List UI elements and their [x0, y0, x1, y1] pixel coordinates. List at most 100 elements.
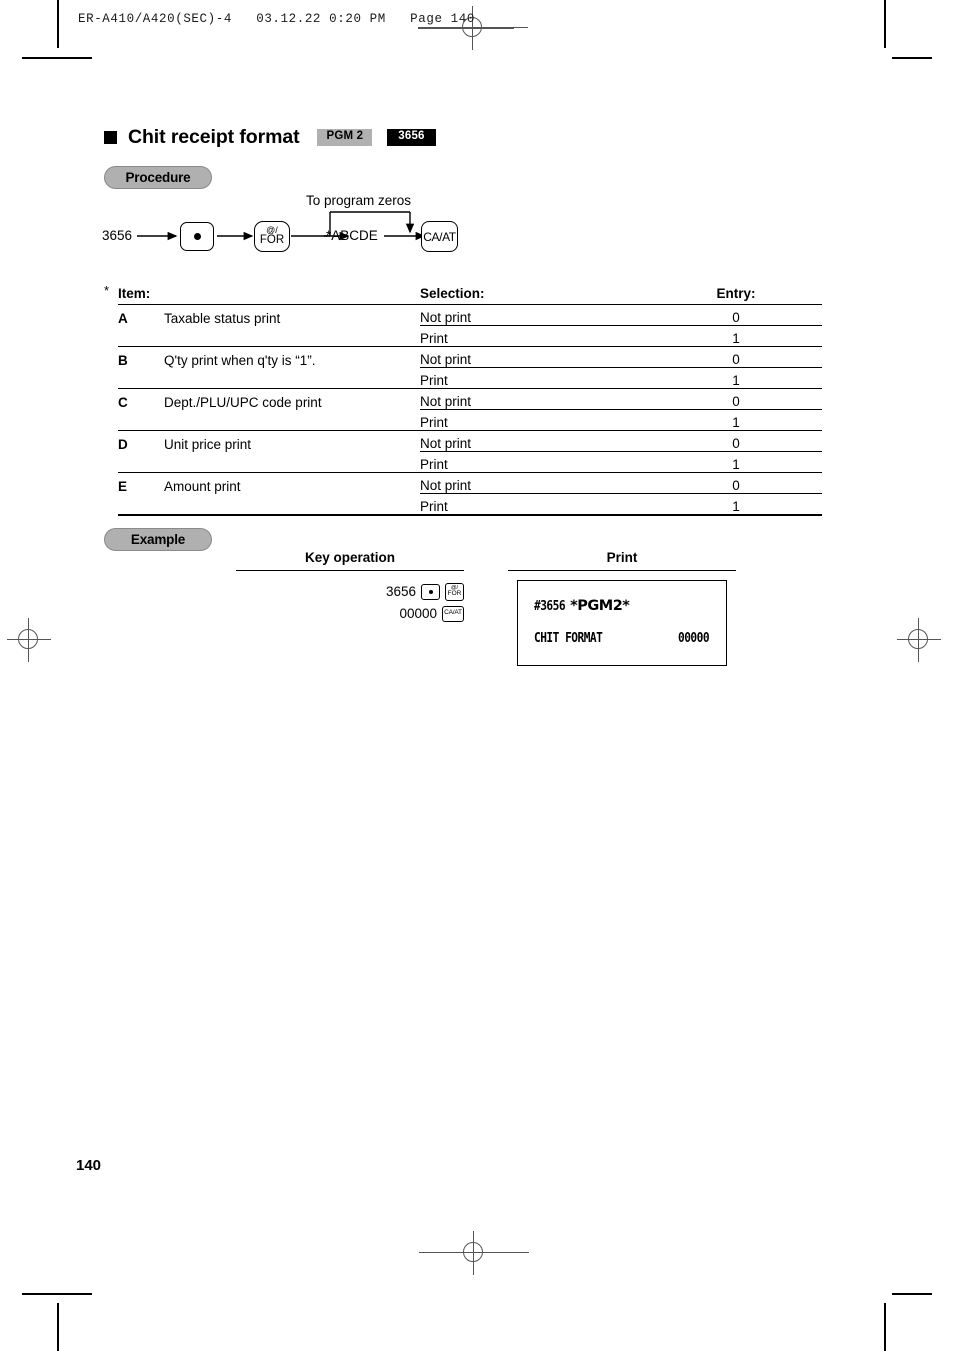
receipt-line-2: CHIT FORMAT 00000 [534, 631, 714, 646]
dot-icon [193, 233, 201, 240]
row-item: Amount print [164, 478, 241, 494]
registration-mark-left [7, 618, 51, 662]
row-item-blank [164, 451, 420, 473]
ca-at-key-small[interactable]: CA/AT [442, 605, 464, 622]
table-header-row: Item: Selection: Entry: [118, 281, 822, 305]
row-entry: 1 [650, 493, 822, 516]
table-header-selection: Selection: [420, 281, 650, 305]
key-operation-header-rule [236, 570, 464, 572]
table-footnote-star: * [104, 283, 110, 298]
crop-mark-top-left-vertical [57, 0, 59, 48]
row-entry: 0 [650, 430, 822, 452]
receipt-mode: PGM2 [577, 598, 623, 614]
table-row: Print 1 [118, 367, 822, 389]
crop-mark-bottom-right-vertical [884, 1303, 886, 1351]
print-header-rule [508, 570, 736, 572]
key-operation-value-2: 00000 [399, 606, 437, 621]
table-row: Print 1 [118, 325, 822, 347]
row-selection: Print [420, 367, 650, 389]
row-letter: E [118, 478, 128, 494]
at-for-key-small-bottom-label: FOR [447, 590, 462, 597]
row-item: Taxable status print [164, 310, 281, 326]
row-entry: 1 [650, 451, 822, 473]
key-operation-header: Key operation [304, 550, 396, 565]
registration-mark-right [897, 618, 941, 662]
receipt-star-right: * [622, 598, 630, 614]
row-letter-blank [118, 409, 164, 431]
row-item: Unit price print [164, 436, 252, 452]
row-selection: Print [420, 325, 650, 347]
ca-at-key[interactable]: CA/AT [421, 221, 458, 252]
table-header-item-spacer [164, 281, 420, 305]
receipt-program-code: #3656 [534, 599, 566, 614]
square-bullet-icon [104, 131, 117, 144]
registration-mark-bottom [419, 1231, 529, 1275]
flow-arrows [137, 211, 426, 241]
row-item-blank [164, 409, 420, 431]
flow-operand: *ABCDE [326, 228, 378, 243]
row-letter-blank [118, 325, 164, 347]
page-number: 140 [76, 1157, 102, 1174]
row-selection: Print [420, 451, 650, 473]
row-entry: 0 [650, 388, 822, 410]
at-for-key-small[interactable]: @/ FOR [445, 582, 464, 601]
running-header: ER-A410/A420(SEC)-4 03.12.22 0:20 PM Pag… [78, 12, 475, 26]
row-selection: Not print [420, 388, 650, 410]
row-selection: Not print [420, 346, 650, 368]
table-row: D Unit price print Not print 0 [118, 430, 822, 452]
table-row: B Q'ty print when q'ty is “1”. Not print… [118, 346, 822, 368]
procedure-flow-diagram: 3656 @/ FOR *ABCDE To program zeros CA/A… [0, 190, 954, 262]
crop-mark-bottom-left-horizontal [22, 1293, 92, 1295]
key-operation-line-2: 00000 CA/AT [236, 604, 464, 623]
row-letter: A [118, 310, 128, 326]
at-for-key-bottom-label: FOR [259, 234, 285, 247]
example-label: Example [104, 528, 212, 551]
row-letter-blank [118, 451, 164, 473]
flow-loop-note: To program zeros [306, 193, 412, 208]
row-item-blank [164, 325, 420, 347]
key-operation-sequence: 3656 @/ FOR 00000 CA/AT [236, 582, 464, 626]
decimal-point-key-small[interactable] [421, 583, 440, 600]
running-header-rule [418, 28, 514, 29]
row-letter: C [118, 394, 128, 410]
row-selection: Print [420, 409, 650, 431]
row-item: Q'ty print when q'ty is “1”. [164, 352, 316, 368]
key-operation-value-1: 3656 [385, 584, 416, 599]
row-selection: Not print [420, 430, 650, 452]
row-entry: 1 [650, 367, 822, 389]
program-code-badge: 3656 [387, 129, 436, 146]
print-header: Print [606, 550, 638, 565]
row-entry: 0 [650, 304, 822, 326]
section-title-row: Chit receipt format PGM 2 3656 [104, 126, 436, 149]
row-letter-blank [118, 493, 164, 516]
table-header-item: Item: [118, 281, 164, 305]
ca-at-key-label: CA/AT [423, 229, 456, 244]
table-row: C Dept./PLU/UPC code print Not print 0 [118, 388, 822, 410]
row-entry: 1 [650, 325, 822, 347]
at-for-key[interactable]: @/ FOR [254, 221, 290, 252]
row-letter-blank [118, 367, 164, 389]
table-row: A Taxable status print Not print 0 [118, 304, 822, 326]
crop-mark-top-left-horizontal [22, 57, 92, 59]
mode-badge: PGM 2 [317, 129, 373, 146]
decimal-point-key[interactable] [180, 222, 214, 251]
receipt-setting-label: CHIT FORMAT [534, 631, 603, 646]
row-entry: 0 [650, 472, 822, 494]
page-title: Chit receipt format [128, 126, 300, 148]
row-item-blank [164, 367, 420, 389]
receipt-setting-value: 00000 [677, 631, 710, 646]
crop-mark-bottom-right-horizontal [892, 1293, 932, 1295]
dot-icon [428, 589, 433, 594]
row-letter: B [118, 352, 128, 368]
crop-mark-top-right-vertical [884, 0, 886, 48]
table-row: Print 1 [118, 409, 822, 431]
row-selection: Print [420, 493, 650, 516]
row-letter: D [118, 436, 128, 452]
selection-table: Item: Selection: Entry: A Taxable status… [118, 281, 822, 516]
procedure-label: Procedure [104, 166, 212, 189]
row-selection: Not print [420, 472, 650, 494]
row-selection: Not print [420, 304, 650, 326]
receipt-star-left: * [570, 598, 578, 614]
ca-at-key-small-label: CA/AT [444, 609, 462, 617]
crop-mark-bottom-left-vertical [57, 1303, 59, 1351]
